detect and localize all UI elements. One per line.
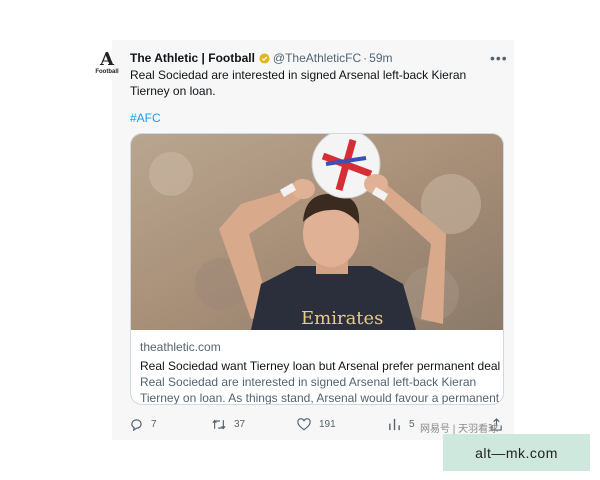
- link-title[interactable]: Real Sociedad want Tierney loan but Arse…: [140, 358, 500, 374]
- reply-icon: [131, 419, 142, 431]
- bar-chart-icon: [389, 418, 400, 431]
- retweet-button[interactable]: 37: [212, 418, 245, 431]
- verified-badge-icon: [259, 52, 270, 64]
- avatar[interactable]: A Football: [95, 49, 119, 78]
- avatar-subtitle: Football: [95, 69, 119, 75]
- retweet-count: 37: [234, 419, 246, 430]
- link-domain: theathletic.com: [140, 340, 221, 354]
- like-count: 191: [319, 419, 336, 430]
- author-name[interactable]: The Athletic | Football: [130, 51, 255, 65]
- reply-count: 7: [151, 419, 157, 430]
- author-handle[interactable]: @TheAthleticFC: [273, 51, 361, 65]
- shirt-sponsor-text: Emirates: [301, 308, 383, 329]
- link-meta: theathletic.com Real Sociedad want Tiern…: [140, 339, 500, 405]
- more-options-icon[interactable]: •••: [490, 50, 508, 66]
- watermark-badge: alt—mk.com: [443, 434, 590, 471]
- timestamp[interactable]: 59m: [369, 51, 392, 65]
- link-preview-card[interactable]: Emirates theathletic.com Real Sociedad w…: [130, 133, 504, 405]
- heart-icon: [297, 418, 311, 431]
- watermark-source-text: 网易号 | 天羽看球: [420, 424, 499, 435]
- views-button[interactable]: 5: [388, 418, 415, 431]
- athletic-logo-icon: A: [100, 49, 114, 70]
- link-description: Real Sociedad are interested in signed A…: [140, 375, 500, 405]
- reply-button[interactable]: 7: [130, 418, 157, 431]
- tweet-header: The Athletic | Football @TheAthleticFC ·…: [130, 50, 392, 66]
- view-count: 5: [409, 419, 415, 430]
- separator-dot: ·: [363, 51, 368, 65]
- like-button[interactable]: 191: [297, 418, 336, 431]
- hashtag-link[interactable]: #AFC: [130, 111, 161, 125]
- link-preview-image[interactable]: Emirates: [131, 134, 503, 330]
- retweet-icon: [212, 419, 226, 430]
- tweet-text: Real Sociedad are interested in signed A…: [130, 68, 467, 98]
